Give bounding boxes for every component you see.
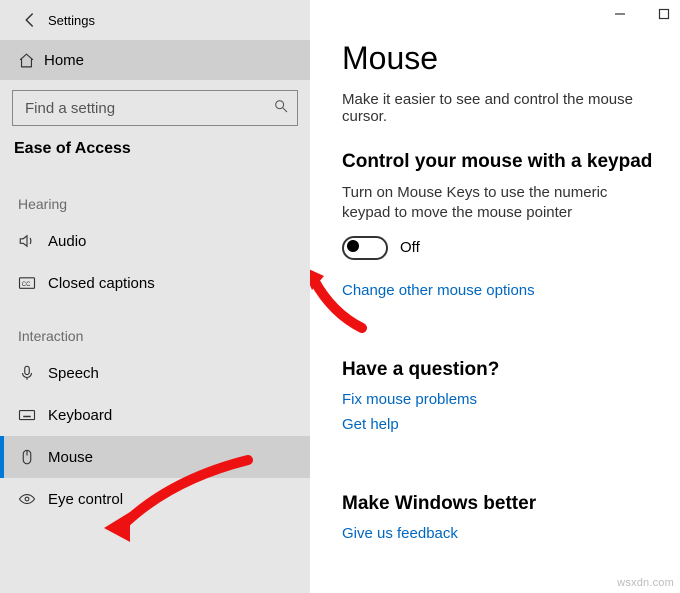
nav-item-label: Eye control [48,491,123,508]
toggle-state-label: Off [400,239,420,256]
nav-closed-captions[interactable]: CC Closed captions [0,262,310,304]
nav-audio[interactable]: Audio [0,220,310,262]
group-interaction: Interaction [0,304,310,352]
window-title: Settings [48,13,95,28]
eye-icon [18,490,48,508]
nav-item-label: Closed captions [48,275,155,292]
nav-item-label: Speech [48,365,99,382]
nav-mouse[interactable]: Mouse [0,436,310,478]
nav-item-label: Keyboard [48,407,112,424]
sidebar: Settings Home Ease of Access Hearing Aud… [0,0,310,593]
svg-text:CC: CC [22,282,31,288]
home-icon [18,52,44,69]
group-hearing: Hearing [0,172,310,220]
microphone-icon [18,364,48,382]
nav-item-label: Mouse [48,449,93,466]
mouse-icon [18,448,48,466]
back-button[interactable] [12,2,48,38]
nav-home[interactable]: Home [0,40,310,80]
fix-mouse-link[interactable]: Fix mouse problems [342,391,656,408]
change-mouse-options-link[interactable]: Change other mouse options [342,282,656,299]
page-subtitle: Make it easier to see and control the mo… [342,91,656,125]
search-box[interactable] [12,90,298,126]
feedback-link[interactable]: Give us feedback [342,525,656,542]
window-controls [610,4,674,24]
mouse-keys-toggle[interactable] [342,236,388,260]
speaker-icon [18,232,48,250]
toggle-knob [347,240,359,252]
nav-eye-control[interactable]: Eye control [0,478,310,520]
keyboard-icon [18,406,48,424]
better-heading: Make Windows better [342,493,656,515]
search-icon [273,98,289,118]
nav-speech[interactable]: Speech [0,352,310,394]
get-help-link[interactable]: Get help [342,416,656,433]
search-input[interactable] [23,99,273,118]
page-title: Mouse [342,40,656,77]
maximize-button[interactable] [654,4,674,24]
section-control-heading: Control your mouse with a keypad [342,151,656,173]
section-title: Ease of Access [0,134,310,172]
titlebar: Settings [0,0,310,40]
nav-item-label: Audio [48,233,86,250]
watermark: wsxdn.com [617,577,674,589]
control-desc: Turn on Mouse Keys to use the numeric ke… [342,183,656,224]
mouse-keys-toggle-row: Off [342,236,656,260]
minimize-button[interactable] [610,4,630,24]
content-pane: Mouse Make it easier to see and control … [310,0,680,593]
cc-icon: CC [18,274,48,292]
question-heading: Have a question? [342,359,656,381]
nav-keyboard[interactable]: Keyboard [0,394,310,436]
nav-home-label: Home [44,52,84,69]
